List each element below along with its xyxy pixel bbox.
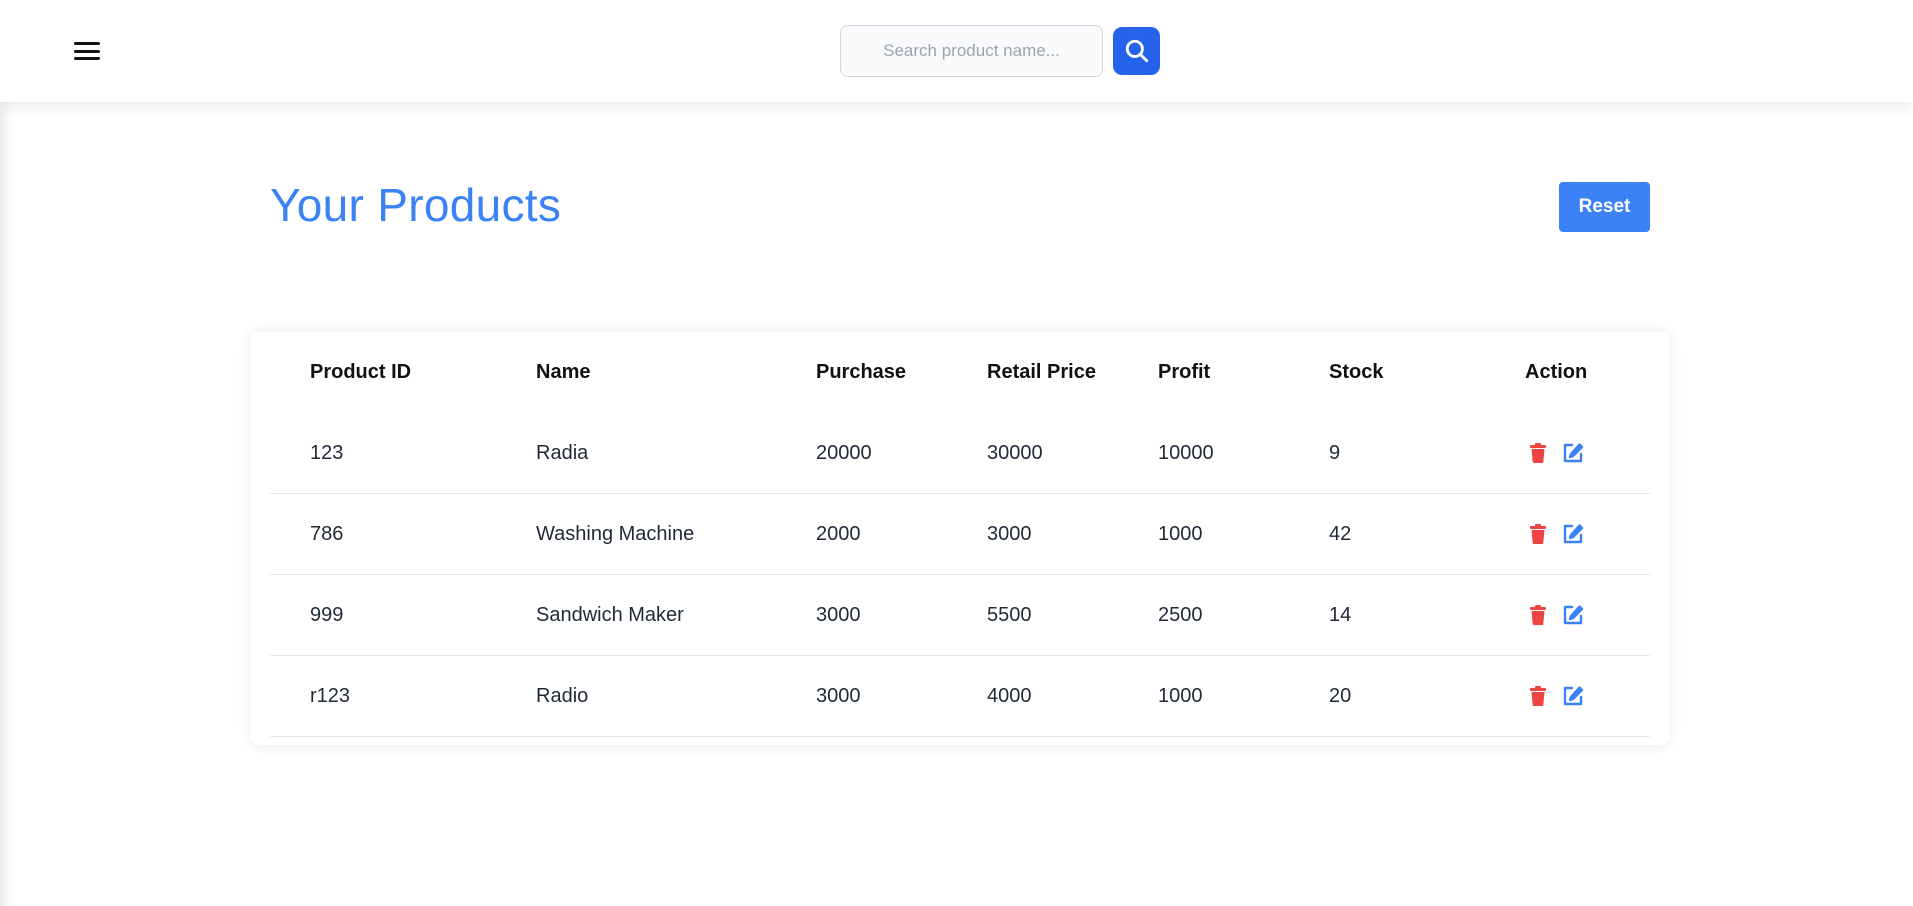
cell-product-id: r123 bbox=[310, 685, 351, 707]
cell-retail-price: 30000 bbox=[987, 442, 1043, 464]
column-header-stock: Stock bbox=[1329, 361, 1384, 383]
cell-product-id: 999 bbox=[310, 604, 344, 626]
cell-profit: 10000 bbox=[1158, 442, 1214, 464]
column-header-profit: Profit bbox=[1158, 361, 1211, 383]
row-actions bbox=[1530, 442, 1590, 466]
column-header-product-id: Product ID bbox=[310, 361, 412, 383]
cell-stock: 9 bbox=[1329, 442, 1341, 464]
search-input[interactable] bbox=[840, 25, 1103, 77]
column-header-action: Action bbox=[1525, 361, 1588, 383]
table-row: r123 Radio 3000 4000 1000 20 bbox=[270, 656, 1650, 737]
row-actions bbox=[1530, 523, 1590, 547]
cell-product-id: 123 bbox=[310, 442, 344, 464]
cell-retail-price: 5500 bbox=[987, 604, 1032, 626]
cell-product-id: 786 bbox=[310, 523, 344, 545]
column-header-retail-price: Retail Price bbox=[987, 361, 1096, 383]
edit-icon[interactable] bbox=[1562, 685, 1584, 707]
edit-icon[interactable] bbox=[1562, 523, 1584, 545]
reset-button[interactable]: Reset bbox=[1559, 182, 1650, 232]
cell-name: Washing Machine bbox=[536, 523, 695, 545]
cell-name: Radia bbox=[536, 442, 589, 464]
menu-line bbox=[74, 42, 100, 45]
cell-stock: 42 bbox=[1329, 523, 1352, 545]
cell-name: Sandwich Maker bbox=[536, 604, 684, 626]
trash-icon[interactable] bbox=[1530, 443, 1546, 463]
table-row: 786 Washing Machine 2000 3000 1000 42 bbox=[270, 494, 1650, 575]
row-actions bbox=[1530, 604, 1590, 628]
table-row: 123 Radia 20000 30000 10000 9 bbox=[270, 413, 1650, 494]
cell-retail-price: 3000 bbox=[987, 523, 1032, 545]
cell-purchase: 3000 bbox=[816, 604, 861, 626]
cell-profit: 1000 bbox=[1158, 685, 1203, 707]
cell-purchase: 2000 bbox=[816, 523, 861, 545]
edit-icon[interactable] bbox=[1562, 442, 1584, 464]
products-table-card: Product ID Name Purchase Retail Price Pr… bbox=[250, 332, 1670, 745]
edit-icon[interactable] bbox=[1562, 604, 1584, 626]
column-header-name: Name bbox=[536, 361, 591, 383]
trash-icon[interactable] bbox=[1530, 605, 1546, 625]
row-actions bbox=[1530, 685, 1590, 709]
search-icon bbox=[1125, 39, 1148, 63]
cell-stock: 14 bbox=[1329, 604, 1352, 626]
cell-purchase: 3000 bbox=[816, 685, 861, 707]
sidebar-edge-shadow bbox=[0, 0, 14, 906]
cell-profit: 1000 bbox=[1158, 523, 1203, 545]
hamburger-menu-icon[interactable] bbox=[72, 38, 102, 64]
table-header-row: Product ID Name Purchase Retail Price Pr… bbox=[270, 332, 1650, 413]
trash-icon[interactable] bbox=[1530, 686, 1546, 706]
top-navbar bbox=[0, 0, 1913, 102]
cell-retail-price: 4000 bbox=[987, 685, 1032, 707]
page-title: Your Products bbox=[270, 179, 562, 231]
trash-icon[interactable] bbox=[1530, 524, 1546, 544]
cell-stock: 20 bbox=[1329, 685, 1352, 707]
table-row: 999 Sandwich Maker 3000 5500 2500 14 bbox=[270, 575, 1650, 656]
menu-line bbox=[74, 57, 100, 60]
search-button[interactable] bbox=[1113, 27, 1160, 75]
cell-purchase: 20000 bbox=[816, 442, 872, 464]
menu-line bbox=[74, 49, 100, 53]
column-header-purchase: Purchase bbox=[816, 361, 907, 383]
cell-name: Radio bbox=[536, 685, 589, 707]
cell-profit: 2500 bbox=[1158, 604, 1203, 626]
